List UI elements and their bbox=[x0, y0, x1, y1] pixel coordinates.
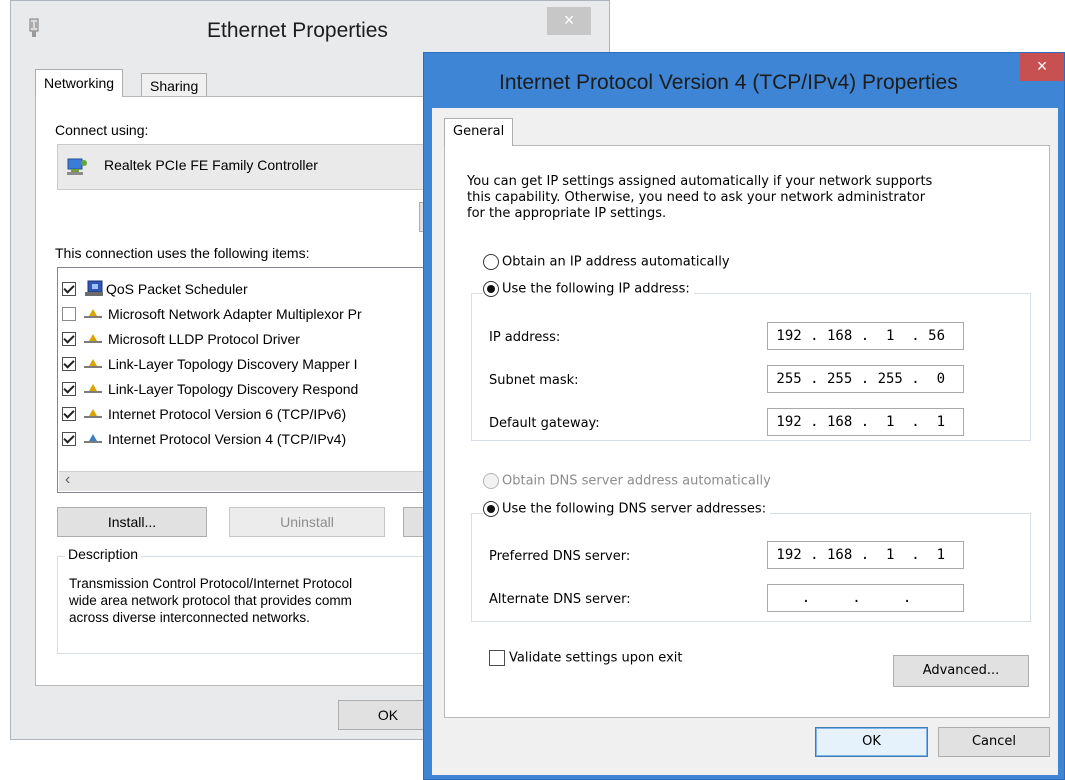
network-protocol-icon bbox=[84, 358, 102, 368]
network-protocol-icon bbox=[84, 408, 102, 418]
item-checkbox[interactable] bbox=[62, 331, 76, 346]
intro-text: this capability. Otherwise, you need to … bbox=[467, 190, 926, 205]
radio-circle[interactable] bbox=[483, 473, 499, 489]
preferred-dns-label: Preferred DNS server: bbox=[489, 549, 631, 564]
network-protocol-icon bbox=[84, 333, 102, 343]
dialog-body: General You can get IP settings assigned… bbox=[432, 108, 1058, 775]
network-adapter-icon bbox=[29, 18, 39, 37]
network-protocol-icon bbox=[84, 433, 102, 443]
ok-button[interactable]: OK bbox=[815, 727, 928, 757]
validate-checkbox-row[interactable]: Validate settings upon exit bbox=[489, 650, 682, 666]
qos-icon bbox=[85, 280, 103, 296]
list-item[interactable]: Link-Layer Topology Discovery Respond bbox=[62, 376, 358, 401]
item-checkbox[interactable] bbox=[62, 356, 76, 371]
item-label: Link-Layer Topology Discovery Mapper I bbox=[108, 355, 358, 372]
advanced-button[interactable]: Advanced... bbox=[893, 655, 1029, 687]
intro-text: for the appropriate IP settings. bbox=[467, 206, 667, 221]
item-label: Microsoft Network Adapter Multiplexor Pr bbox=[108, 305, 362, 322]
list-item[interactable]: Microsoft Network Adapter Multiplexor Pr bbox=[62, 301, 362, 326]
ipv4-properties-window: Internet Protocol Version 4 (TCP/IPv4) P… bbox=[423, 52, 1065, 780]
obtain-ip-label: Obtain an IP address automatically bbox=[502, 254, 730, 270]
item-label: Microsoft LLDP Protocol Driver bbox=[108, 330, 300, 347]
list-item[interactable]: Link-Layer Topology Discovery Mapper I bbox=[62, 351, 358, 376]
item-checkbox[interactable] bbox=[62, 306, 76, 321]
use-ip-radio[interactable]: Use the following IP address: bbox=[483, 281, 694, 297]
list-item[interactable]: Internet Protocol Version 4 (TCP/IPv4) bbox=[62, 426, 346, 451]
description-line: Transmission Control Protocol/Internet P… bbox=[69, 576, 353, 591]
validate-checkbox[interactable] bbox=[489, 650, 505, 666]
items-label: This connection uses the following items… bbox=[55, 245, 310, 261]
item-label: Link-Layer Topology Discovery Respond bbox=[108, 380, 359, 397]
horizontal-scrollbar[interactable]: ‹ bbox=[59, 471, 457, 491]
close-button[interactable]: × bbox=[547, 7, 591, 35]
window-title: Internet Protocol Version 4 (TCP/IPv4) P… bbox=[499, 71, 958, 94]
adapter-field: Realtek PCIe FE Family Controller bbox=[57, 144, 457, 190]
radio-circle[interactable] bbox=[483, 281, 499, 297]
list-item[interactable]: Microsoft LLDP Protocol Driver bbox=[62, 326, 300, 351]
obtain-dns-label: Obtain DNS server address automatically bbox=[502, 473, 771, 489]
list-item[interactable]: QoS Packet Scheduler bbox=[62, 276, 248, 301]
obtain-ip-radio[interactable]: Obtain an IP address automatically bbox=[483, 254, 730, 270]
item-label: Internet Protocol Version 6 (TCP/IPv6) bbox=[108, 405, 347, 422]
list-item[interactable]: Internet Protocol Version 6 (TCP/IPv6) bbox=[62, 401, 346, 426]
scroll-left-icon[interactable]: ‹ bbox=[65, 471, 70, 489]
tab-networking[interactable]: Networking bbox=[35, 69, 124, 97]
intro-text: You can get IP settings assigned automat… bbox=[467, 174, 933, 189]
radio-circle[interactable] bbox=[483, 501, 499, 517]
tab-general[interactable]: General bbox=[444, 118, 514, 146]
radio-circle[interactable] bbox=[483, 254, 499, 270]
alternate-dns-label: Alternate DNS server: bbox=[489, 592, 631, 607]
ip-address-field[interactable]: 192 . 168 . 1 . 56 bbox=[767, 322, 964, 350]
network-protocol-icon bbox=[84, 308, 102, 318]
obtain-dns-radio[interactable]: Obtain DNS server address automatically bbox=[483, 473, 771, 489]
alternate-dns-field[interactable]: . . . bbox=[767, 584, 964, 612]
item-label: Internet Protocol Version 4 (TCP/IPv4) bbox=[108, 430, 347, 447]
items-list[interactable]: QoS Packet Scheduler Microsoft Network A… bbox=[57, 267, 457, 493]
uninstall-button[interactable]: Uninstall bbox=[229, 507, 385, 537]
use-dns-radio[interactable]: Use the following DNS server addresses: bbox=[483, 501, 771, 517]
cancel-button[interactable]: Cancel bbox=[938, 727, 1050, 757]
preferred-dns-field[interactable]: 192 . 168 . 1 . 1 bbox=[767, 541, 964, 569]
adapter-name: Realtek PCIe FE Family Controller bbox=[104, 157, 318, 173]
description-line: wide area network protocol that provides… bbox=[69, 593, 352, 608]
ip-address-label: IP address: bbox=[489, 330, 561, 345]
use-dns-label: Use the following DNS server addresses: bbox=[502, 501, 767, 517]
subnet-mask-label: Subnet mask: bbox=[489, 373, 579, 388]
item-label: QoS Packet Scheduler bbox=[106, 280, 248, 297]
item-checkbox[interactable] bbox=[62, 281, 76, 296]
tab-sharing[interactable]: Sharing bbox=[141, 73, 208, 97]
use-ip-label: Use the following IP address: bbox=[502, 281, 690, 297]
description-line: across diverse interconnected networks. bbox=[69, 610, 310, 625]
default-gateway-label: Default gateway: bbox=[489, 416, 600, 431]
description-label: Description bbox=[65, 546, 142, 562]
connect-using-label: Connect using: bbox=[55, 122, 149, 138]
network-protocol-icon bbox=[84, 383, 102, 393]
subnet-mask-field[interactable]: 255 . 255 . 255 . 0 bbox=[767, 365, 964, 393]
default-gateway-field[interactable]: 192 . 168 . 1 . 1 bbox=[767, 408, 964, 436]
validate-label: Validate settings upon exit bbox=[509, 650, 683, 666]
item-checkbox[interactable] bbox=[62, 406, 76, 421]
window-title: Ethernet Properties bbox=[207, 19, 388, 42]
general-panel: You can get IP settings assigned automat… bbox=[444, 145, 1050, 718]
close-button[interactable]: × bbox=[1020, 53, 1064, 81]
item-checkbox[interactable] bbox=[62, 431, 76, 446]
network-card-icon bbox=[67, 158, 87, 175]
item-checkbox[interactable] bbox=[62, 381, 76, 396]
install-button[interactable]: Install... bbox=[57, 507, 207, 537]
